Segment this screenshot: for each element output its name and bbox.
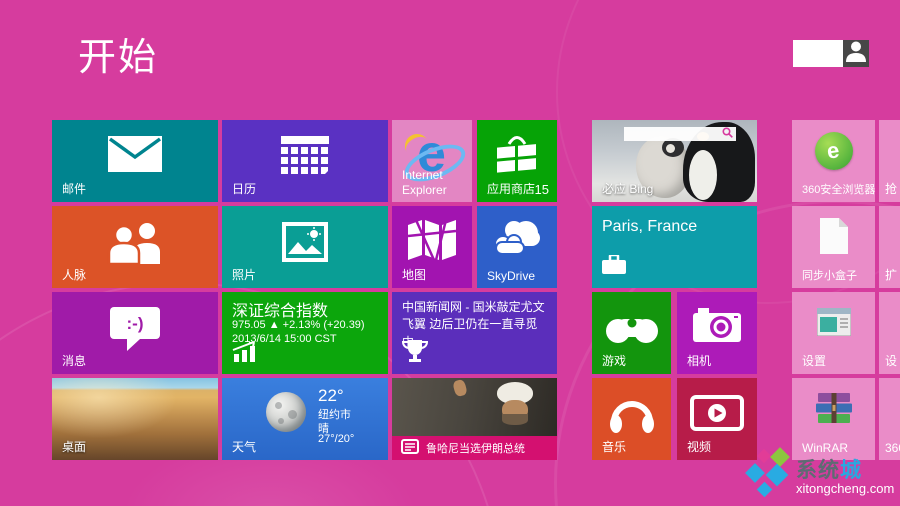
tile-label: 邮件 (62, 180, 86, 197)
tile-games[interactable]: 游戏 (592, 292, 671, 374)
window-icon (792, 308, 875, 336)
tile-label: 消息 (62, 352, 86, 369)
camera-icon (677, 308, 757, 342)
tile-music[interactable]: 音乐 (592, 378, 671, 460)
tile-label: 桌面 (62, 438, 86, 455)
svg-text::-): :-) (127, 314, 144, 333)
tile-label: 游戏 (602, 352, 626, 369)
newspaper-icon (401, 439, 419, 457)
store-icon (477, 132, 557, 174)
trophy-icon (402, 339, 428, 368)
weather-temperature: 22° (318, 386, 344, 406)
tile-mail[interactable]: 邮件 (52, 120, 218, 202)
stock-index-name: 深证综合指数 (232, 297, 328, 321)
news-ticker: 鲁哈尼当选伊朗总统 (392, 436, 557, 460)
tile-maps[interactable]: 地图 (392, 206, 472, 288)
tile-bing[interactable]: 必应 Bing (592, 120, 757, 202)
tile-label: 视频 (687, 438, 711, 455)
winrar-icon (792, 393, 875, 425)
headphones-icon (592, 392, 671, 434)
gamepad-icon (592, 310, 671, 346)
bing-search-bar[interactable] (624, 127, 736, 141)
tile-camera[interactable]: 相机 (677, 292, 757, 374)
skydrive-cloud-icon (477, 218, 557, 258)
tile-weather[interactable]: 22° 纽约市 晴 27°/20° 天气 (222, 378, 388, 460)
tile-label: 人脉 (62, 266, 86, 283)
video-player-icon (677, 395, 757, 431)
tile-label: 必应 Bing (602, 180, 653, 197)
mail-icon (52, 136, 218, 172)
watermark: 系统城 xitongcheng.com (746, 450, 898, 506)
stock-quote: 975.05 ▲ +2.13% (+20.39) (232, 319, 365, 331)
people-icon (52, 222, 218, 264)
photos-icon (222, 222, 388, 262)
tile-desktop[interactable]: 桌面 (52, 378, 218, 460)
tile-finance[interactable]: 深证综合指数 975.05 ▲ +2.13% (+20.39) 2013/6/1… (222, 292, 388, 374)
avatar[interactable] (843, 40, 869, 67)
tile-news[interactable]: 鲁哈尼当选伊朗总统 (392, 378, 557, 460)
travel-destination: Paris, France (602, 218, 697, 236)
search-icon (722, 125, 733, 143)
tile-people[interactable]: 人脉 (52, 206, 218, 288)
tile-label: 地图 (402, 266, 426, 283)
tile-label: 扩 (885, 266, 897, 283)
calendar-icon (222, 136, 388, 176)
tile-travel[interactable]: Paris, France (592, 206, 757, 288)
chart-icon (232, 342, 258, 367)
tile-label: 日历 (232, 180, 256, 197)
tile-label: Internet Explorer (402, 168, 462, 198)
tile-settings-app[interactable]: 设置 (792, 292, 875, 374)
tile-internet-explorer[interactable]: e Internet Explorer (392, 120, 472, 202)
moon-icon (266, 392, 306, 432)
tile-label: 音乐 (602, 438, 626, 455)
watermark-url: xitongcheng.com (796, 481, 894, 496)
person-icon (846, 40, 866, 67)
watermark-site-name: 系统城 (796, 454, 862, 484)
start-screen: 开始 邮件 日历 e (0, 0, 900, 506)
tile-sync-box[interactable]: 同步小盒子 (792, 206, 875, 288)
360-browser-icon: e (792, 132, 875, 170)
weather-high-low: 27°/20° (318, 433, 354, 445)
tile-photos[interactable]: 照片 (222, 206, 388, 288)
store-update-count: 15 (535, 182, 549, 197)
user-name-box[interactable] (793, 40, 843, 67)
maps-icon (392, 218, 472, 262)
tile-winrar[interactable]: WinRAR (792, 378, 875, 460)
tile-partial-1[interactable]: 抢 (879, 120, 900, 202)
tile-label: 设 (885, 352, 897, 369)
tile-label: 应用商店 (487, 180, 535, 197)
tile-label: 同步小盒子 (802, 267, 857, 283)
page-title: 开始 (78, 26, 158, 81)
tile-calendar[interactable]: 日历 (222, 120, 388, 202)
tile-messaging[interactable]: :-) 消息 (52, 292, 218, 374)
tile-360-browser[interactable]: e 360安全浏览器5 (792, 120, 875, 202)
tile-video[interactable]: 视频 (677, 378, 757, 460)
tile-label: 相机 (687, 352, 711, 369)
document-icon (792, 218, 875, 254)
tile-label: 360安全浏览器5 (802, 181, 875, 197)
tile-partial-3[interactable]: 设 (879, 292, 900, 374)
tile-label: 设置 (802, 352, 826, 369)
tile-label: 照片 (232, 266, 256, 283)
tile-label: SkyDrive (487, 269, 535, 283)
tile-partial-4[interactable]: 360 (879, 378, 900, 460)
tile-store[interactable]: 应用商店 15 (477, 120, 557, 202)
suitcase-icon (602, 255, 626, 280)
news-headline: 鲁哈尼当选伊朗总统 (426, 440, 525, 456)
tile-label: 抢 (885, 180, 897, 197)
tile-sports-news[interactable]: 中国新闻网 - 国米敲定尤文飞翼 边后卫仍在一直寻觅中 (392, 292, 557, 374)
tile-partial-2[interactable]: 扩 (879, 206, 900, 288)
messaging-icon: :-) (52, 306, 218, 352)
tile-label: 天气 (232, 438, 256, 455)
tile-skydrive[interactable]: SkyDrive (477, 206, 557, 288)
